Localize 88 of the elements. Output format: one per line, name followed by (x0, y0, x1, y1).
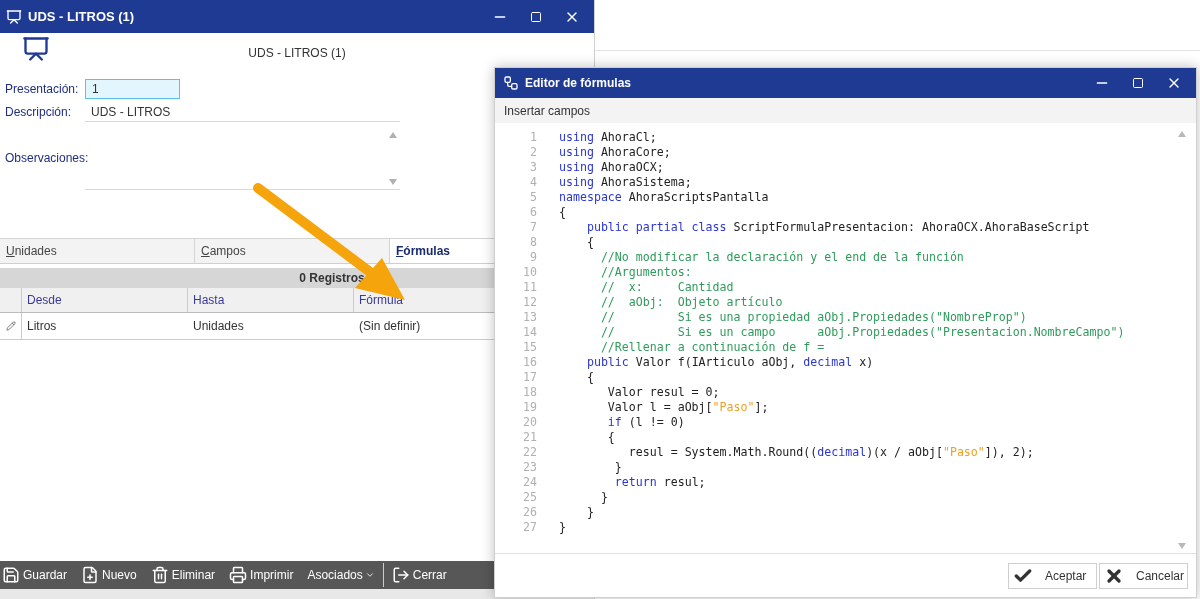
toolbar-button[interactable]: Cerrar (391, 566, 447, 584)
trash-icon (150, 566, 169, 584)
code-line: } (585, 505, 594, 520)
line-number: 18 (522, 385, 537, 400)
line-number: 7 (529, 220, 537, 235)
code-line: return resul; (613, 475, 706, 490)
code-line: using AhoraCore; (559, 145, 671, 160)
line-number: 21 (522, 430, 537, 445)
code-line: namespace AhoraScriptsPantalla (559, 190, 769, 205)
line-number: 17 (522, 370, 537, 385)
code-line: // x: Cantidad (599, 280, 734, 295)
line-number: 27 (522, 520, 537, 535)
table-cell-text: Litros (26, 318, 58, 335)
line-number: 10 (522, 265, 537, 280)
code-line: } (613, 460, 622, 475)
line-number: 8 (529, 235, 537, 250)
toolbar-button[interactable]: Imprimir (229, 566, 294, 584)
record-heading: UDS - LITROS (1) (248, 45, 346, 62)
window-title: UDS - LITROS (1) (28, 7, 135, 26)
line-number: 12 (522, 295, 537, 310)
code-line: } (559, 520, 566, 535)
line-number: 3 (529, 160, 537, 175)
code-line: // Si es una propiedad aObj.Propiedades("NombreProp") (599, 310, 1027, 325)
line-number: 5 (529, 190, 537, 205)
line-number: 23 (522, 460, 537, 475)
code-line: resul = System.Math.Round((decimal)(x / aObj["Paso"]), 2); (627, 445, 1034, 460)
code-line: { (559, 205, 566, 220)
pencil-icon (5, 321, 16, 331)
tab[interactable]: Campos (195, 238, 390, 263)
line-number: 22 (522, 445, 537, 460)
presentation-chart-icon (6, 8, 22, 25)
code-line: } (599, 490, 608, 505)
line-number: 13 (522, 310, 537, 325)
table-cell-text: (Sin definir) (358, 318, 422, 335)
code-line: // aObj: Objeto artículo (599, 295, 783, 310)
table-cell-text: Unidades (192, 318, 245, 335)
maximize-icon[interactable] (530, 10, 542, 23)
code-line: public partial class ScriptFormulaPresentacion: AhoraOCX.AhoraBaseScript (585, 220, 1090, 235)
code-line: // Si es un campo aObj.Propiedades("Presentacion.NombreCampo") (599, 325, 1125, 340)
presentation-chart-icon (22, 35, 50, 63)
code-line: if (l != 0) (606, 415, 685, 430)
code-line: using AhoraOCX; (559, 160, 664, 175)
code-line: { (585, 370, 594, 385)
associated-dropdown[interactable]: Asociados (307, 566, 375, 584)
maximize-icon[interactable] (1132, 77, 1144, 89)
code-line: public Valor f(IArticulo aObj, decimal x) (585, 355, 874, 370)
code-line: //No modificar la declaración y el end de la función (599, 250, 964, 265)
toolbar-button[interactable]: Guardar (2, 566, 68, 584)
code-line: Valor l = aObj["Paso"]; (606, 400, 769, 415)
line-number: 19 (522, 400, 537, 415)
line-number: 2 (529, 145, 537, 160)
line-number: 25 (522, 490, 537, 505)
field-label: Descripción: (5, 104, 73, 121)
code-line: { (585, 235, 594, 250)
new-file-icon (81, 566, 100, 584)
code-line: //Argumentos: (599, 265, 692, 280)
field-label: Presentación: (5, 81, 80, 98)
line-number: 20 (522, 415, 537, 430)
code-line: Valor resul = 0; (606, 385, 720, 400)
printer-icon (229, 566, 248, 584)
exit-icon (391, 566, 410, 584)
code-line: //Rellenar a continuación de f = (599, 340, 825, 355)
line-number: 26 (522, 505, 537, 520)
line-number: 14 (522, 325, 537, 340)
code-line: using AhoraCl; (559, 130, 657, 145)
line-number: 16 (522, 355, 537, 370)
column-header[interactable]: Desde (22, 288, 188, 312)
nodes-icon (503, 75, 519, 91)
code-line: using AhoraSistema; (559, 175, 692, 190)
code-line: { (606, 430, 615, 445)
text-field[interactable]: UDS - LITROS (85, 102, 400, 122)
line-number: 1 (529, 130, 537, 145)
line-number: 9 (529, 250, 537, 265)
window-title: Editor de fórmulas (525, 75, 631, 92)
line-number: 24 (522, 475, 537, 490)
cancel-button[interactable]: Cancelar (1099, 562, 1188, 589)
accept-button[interactable]: Aceptar (1008, 562, 1097, 589)
text-field[interactable]: 1 (85, 79, 180, 99)
column-header[interactable]: Hasta (188, 288, 354, 312)
toolbar-button[interactable]: Eliminar (150, 566, 216, 584)
line-number: 6 (529, 205, 537, 220)
tab[interactable]: Unidades (0, 238, 195, 263)
line-number: 4 (529, 175, 537, 190)
line-number: 15 (522, 340, 537, 355)
save-icon (2, 566, 20, 584)
toolbar-button[interactable]: Nuevo (81, 566, 137, 584)
caret-icon (364, 570, 375, 580)
menu-item[interactable]: Insertar campos (504, 101, 591, 120)
